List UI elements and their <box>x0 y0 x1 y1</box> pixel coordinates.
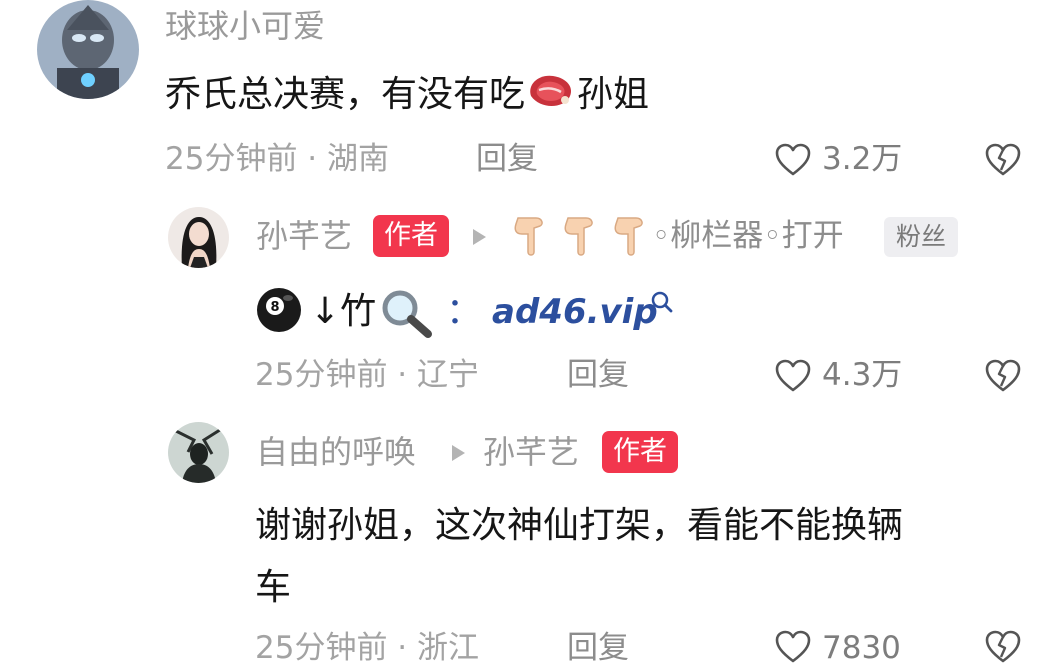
like-heart-icon[interactable] <box>775 630 811 668</box>
reply-button[interactable]: 回复 <box>476 139 538 179</box>
comment-text-part: 乔氏总决赛，有没有吃 <box>165 74 526 115</box>
comment-meta: 25分钟前 · 浙江 <box>255 630 480 666</box>
comment-text-part: 孙姐 <box>577 74 650 115</box>
avatar[interactable] <box>168 207 229 268</box>
author-badge: 作者 <box>602 431 678 473</box>
comment-text: 谢谢孙姐，这次神仙打架，看能不能换辆 <box>255 505 904 546</box>
author-reply-link[interactable]: ad46.vip <box>492 290 658 334</box>
dislike-broken-heart-icon[interactable] <box>985 630 1021 668</box>
like-count: 4.3万 <box>822 357 903 393</box>
magnifier-icon <box>380 288 434 342</box>
author-note <box>508 212 654 262</box>
dislike-broken-heart-icon[interactable] <box>985 143 1021 181</box>
reply-arrow-icon <box>473 229 486 245</box>
comment-username[interactable]: 孙芊艺 <box>256 216 352 256</box>
comment-username[interactable]: 球球小可爱 <box>165 6 325 46</box>
reply-button[interactable]: 回复 <box>567 628 629 668</box>
comment-text: 车 <box>255 567 292 608</box>
like-heart-icon[interactable] <box>775 143 811 181</box>
avatar-woman-image <box>168 207 229 268</box>
comment-meta: 25分钟前 · 湖南 <box>165 141 390 177</box>
fan-badge: 粉丝 <box>884 217 959 257</box>
dislike-broken-heart-icon[interactable] <box>985 359 1021 397</box>
avatar[interactable] <box>168 422 229 483</box>
steak-icon <box>525 70 577 112</box>
like-count: 3.2万 <box>822 141 903 177</box>
like-count: 7830 <box>822 630 901 666</box>
pointing-down-hand-icon <box>608 212 654 258</box>
search-icon[interactable] <box>650 290 674 318</box>
author-badge: 作者 <box>373 215 449 257</box>
avatar-ultraman-image <box>37 0 139 99</box>
like-heart-icon[interactable] <box>775 359 811 397</box>
reply-to-username[interactable]: 孙芊艺 <box>483 432 579 472</box>
pointing-down-hand-icon <box>508 212 558 258</box>
avatar[interactable] <box>37 0 139 99</box>
author-reply-colon: ： <box>446 291 483 332</box>
author-reply-arrow-text: ↓竹 <box>310 291 377 332</box>
comment-meta: 25分钟前 · 辽宁 <box>255 357 480 393</box>
author-note-text: ◦柳栏器◦打开 <box>652 218 844 254</box>
pointing-down-hand-icon <box>558 212 608 258</box>
author-reply-body: 8 <box>255 286 307 336</box>
reply-arrow-icon <box>452 445 465 461</box>
comment-username[interactable]: 自由的呼唤 <box>256 432 416 472</box>
avatar-dark-figure-image <box>168 422 229 483</box>
svg-text:8: 8 <box>270 300 279 315</box>
8-ball-icon: 8 <box>255 286 307 334</box>
reply-button[interactable]: 回复 <box>567 355 629 395</box>
comment-text: 乔氏总决赛，有没有吃 孙姐 <box>165 70 649 118</box>
